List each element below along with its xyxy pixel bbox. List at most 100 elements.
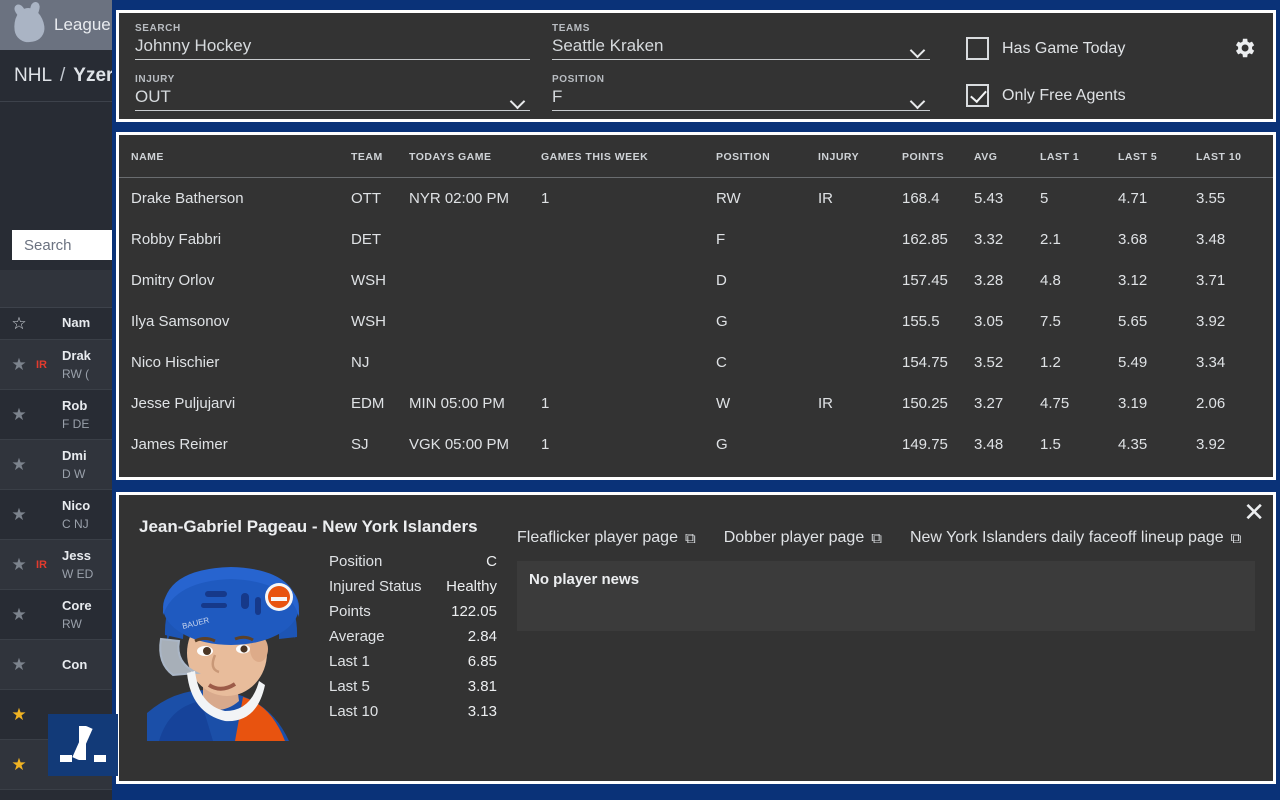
breadcrumb-league[interactable]: NHL	[14, 65, 52, 87]
breadcrumb-team[interactable]: Yzer	[73, 65, 113, 87]
cell-name[interactable]: Dmitry Orlov	[119, 260, 351, 301]
column-header-name[interactable]: NAME	[119, 135, 351, 178]
position-select-value[interactable]: F	[552, 85, 930, 107]
table-row[interactable]: Nico Hischier NJ C 154.75 3.52 1.2 5.49 …	[119, 342, 1273, 383]
search-field[interactable]: SEARCH Johnny Hockey	[135, 23, 530, 60]
star-icon[interactable]: ★	[8, 505, 30, 525]
teams-select-value[interactable]: Seattle Kraken	[552, 34, 930, 56]
stat-row: Position C	[329, 549, 509, 574]
cell-name[interactable]: Drake Batherson	[119, 178, 351, 220]
list-item-name: Dmi	[62, 447, 87, 463]
star-icon[interactable]: ★	[8, 755, 30, 775]
filters-panel: SEARCH Johnny Hockey INJURY OUT TEAMS Se…	[116, 10, 1276, 122]
star-icon[interactable]: ★	[8, 355, 30, 375]
stat-value: 3.13	[467, 703, 497, 720]
cell-points: 154.75	[902, 354, 948, 371]
players-table-panel: NAME TEAM TODAYS GAME GAMES THIS WEEK PO…	[116, 132, 1276, 480]
cell-avg: 3.01	[974, 465, 1040, 477]
chevron-down-icon[interactable]	[512, 96, 526, 104]
column-header-points[interactable]: POINTS	[902, 135, 974, 178]
injury-field[interactable]: INJURY OUT	[135, 74, 530, 111]
table-row[interactable]: Drake Batherson OTT NYR 02:00 PM 1 RW IR…	[119, 178, 1273, 220]
link-label: Fleaflicker player page	[517, 529, 678, 546]
stat-key: Last 1	[329, 653, 370, 670]
table-row[interactable]: Dmitry Orlov WSH D 157.45 3.28 4.8 3.12 …	[119, 260, 1273, 301]
table-row[interactable]: James Reimer SJ VGK 05:00 PM 1 G 149.75 …	[119, 424, 1273, 465]
only-free-agents-checkbox-row[interactable]: Only Free Agents	[966, 84, 1206, 107]
cell-points: 147.65	[902, 465, 974, 477]
filters-column-middle: TEAMS Seattle Kraken POSITION F	[552, 23, 930, 111]
cell-last-1: 1.5	[1040, 436, 1061, 453]
column-header-todays-game[interactable]: TODAYS GAME	[409, 135, 541, 178]
cell-name[interactable]: Jesse Puljujarvi	[119, 383, 351, 424]
cell-avg: 3.05	[974, 313, 1004, 330]
external-link-icon: ⧉	[684, 529, 696, 547]
list-item-name: Drak	[62, 347, 91, 363]
cell-name[interactable]: Nico Hischier	[119, 342, 351, 383]
cell-todays-game: VGK 05:00 PM	[409, 436, 510, 453]
only-free-agents-checkbox[interactable]	[966, 84, 989, 107]
cell-todays-game	[409, 301, 541, 342]
table-row[interactable]: Robby Fabbri DET F 162.85 3.32 2.1 3.68 …	[119, 219, 1273, 260]
has-game-today-checkbox[interactable]	[966, 37, 989, 60]
column-header-team[interactable]: TEAM	[351, 135, 409, 178]
cell-injury	[818, 219, 902, 260]
ir-badge: IR	[36, 358, 47, 371]
table-row[interactable]: Ilya Samsonov WSH G 155.5 3.05 7.5 5.65 …	[119, 301, 1273, 342]
star-icon[interactable]: ★	[8, 655, 30, 675]
list-item-name: Con	[62, 656, 88, 672]
cell-injury: IR	[818, 190, 833, 207]
teams-field[interactable]: TEAMS Seattle Kraken	[552, 23, 930, 60]
close-icon[interactable]: ✕	[1243, 499, 1265, 525]
cell-todays-game	[409, 465, 541, 477]
cell-injury	[818, 465, 902, 477]
cell-name[interactable]: Robby Fabbri	[119, 219, 351, 260]
cell-avg: 3.32	[974, 231, 1004, 248]
stat-row: Points 122.05	[329, 599, 509, 624]
cell-last-10: 2.91	[1196, 465, 1273, 477]
column-header-avg[interactable]: AVG	[974, 135, 1040, 178]
star-icon[interactable]: ★	[8, 605, 30, 625]
cell-games-this-week	[541, 219, 716, 260]
position-field[interactable]: POSITION F	[552, 74, 930, 111]
daily-faceoff-lineup-page-link[interactable]: New York Islanders daily faceoff lineup …	[910, 529, 1241, 547]
column-header-last-10[interactable]: LAST 10	[1196, 135, 1273, 178]
column-header-injury[interactable]: INJURY	[818, 135, 902, 178]
ir-badge: IR	[36, 558, 47, 571]
star-icon[interactable]: ★	[8, 455, 30, 475]
cell-games-this-week	[541, 342, 716, 383]
table-header-row: NAME TEAM TODAYS GAME GAMES THIS WEEK PO…	[119, 135, 1273, 178]
gear-icon[interactable]	[1231, 35, 1257, 61]
table-row[interactable]: Jesse Puljujarvi EDM MIN 05:00 PM 1 W IR…	[119, 383, 1273, 424]
cell-name[interactable]: James Reimer	[119, 424, 351, 465]
has-game-today-checkbox-row[interactable]: Has Game Today	[966, 37, 1206, 60]
cell-position: G	[716, 436, 728, 453]
star-outline-icon[interactable]: ☆	[8, 314, 30, 334]
dobber-player-page-link[interactable]: Dobber player page ⧉	[724, 529, 882, 547]
chevron-down-icon[interactable]	[912, 45, 926, 53]
cell-last-1: 2.1	[1040, 231, 1061, 248]
list-item-sub: F DE	[62, 416, 90, 431]
injury-select-value[interactable]: OUT	[135, 85, 530, 107]
column-header-games-this-week[interactable]: GAMES THIS WEEK	[541, 135, 716, 178]
star-icon[interactable]: ★	[8, 405, 30, 425]
cell-injury: IR	[818, 395, 833, 412]
star-icon[interactable]: ★	[8, 705, 30, 725]
stat-value: Healthy	[446, 578, 497, 595]
cell-todays-game	[409, 219, 541, 260]
chevron-down-icon[interactable]	[912, 96, 926, 104]
fleaflicker-player-page-link[interactable]: Fleaflicker player page ⧉	[517, 529, 696, 547]
search-input[interactable]: Johnny Hockey	[135, 34, 530, 56]
cell-name[interactable]: Corey Perry	[119, 465, 351, 477]
column-header-last-1[interactable]: LAST 1	[1040, 135, 1118, 178]
star-icon[interactable]: ★	[8, 555, 30, 575]
list-item-sub: RW (	[62, 366, 90, 381]
stat-key: Injured Status	[329, 578, 422, 595]
cell-last-5: 3.12	[1118, 272, 1148, 289]
player-news-box: No player news	[517, 561, 1255, 631]
column-header-last-5[interactable]: LAST 5	[1118, 135, 1196, 178]
player-detail-panel: Jean-Gabriel Pageau - New York Islanders	[116, 492, 1276, 784]
column-header-position[interactable]: POSITION	[716, 135, 818, 178]
table-row[interactable]: Corey Perry TB RW 147.65 3.01 6.3 4.46 2…	[119, 465, 1273, 477]
cell-name[interactable]: Ilya Samsonov	[119, 301, 351, 342]
